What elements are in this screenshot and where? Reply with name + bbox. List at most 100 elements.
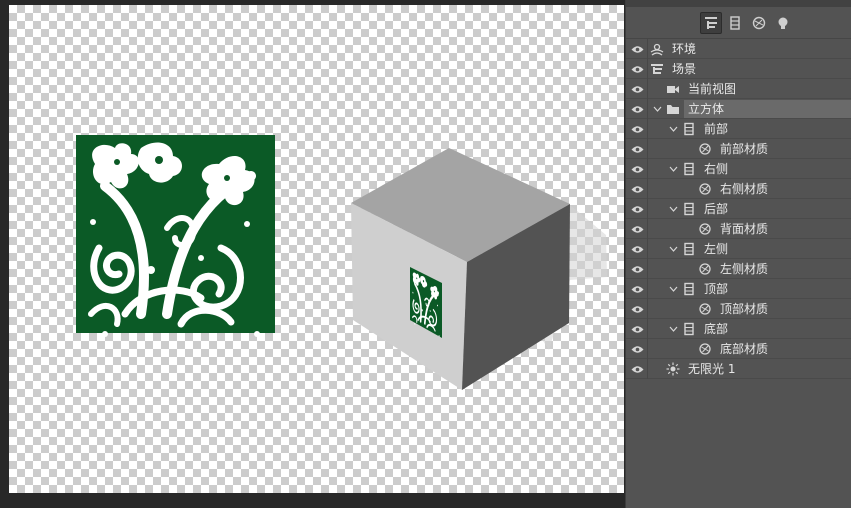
document-canvas[interactable] [9,5,624,493]
layer-label: 场景 [672,62,697,76]
row-divider [647,339,648,359]
layer-label: 背面材质 [720,222,769,236]
material-icon [698,342,712,356]
expand-chevron-icon[interactable] [667,163,679,175]
layer-label: 环境 [672,42,697,56]
row-divider [647,199,648,219]
row-divider [647,139,648,159]
row-divider [647,39,648,59]
mesh-filter-button[interactable] [724,12,746,34]
infinite-light-icon [666,362,680,376]
scene-filter-button[interactable] [700,12,722,34]
expand-chevron-icon[interactable] [667,203,679,215]
row-divider [647,179,648,199]
environment-icon [650,42,664,56]
row-divider [647,59,648,79]
layer-label: 当前视图 [688,82,737,96]
row-divider [647,259,648,279]
layer-row[interactable]: 右侧材质 [626,179,851,199]
row-divider [647,279,648,299]
mesh-icon [682,202,696,216]
layer-row[interactable]: 底部 [626,319,851,339]
material-icon [698,222,712,236]
light-filter-button[interactable] [772,12,794,34]
visibility-eye-icon[interactable] [630,82,644,96]
material-icon [698,182,712,196]
visibility-eye-icon[interactable] [630,182,644,196]
scene-icon [705,17,717,29]
layer-label: 前部 [704,122,729,136]
layer-label: 前部材质 [720,142,769,156]
layer-row[interactable]: 环境 [626,39,851,59]
visibility-eye-icon[interactable] [630,362,644,376]
expand-chevron-icon[interactable] [667,283,679,295]
layer-row[interactable]: 顶部材质 [626,299,851,319]
visibility-eye-icon[interactable] [630,162,644,176]
material-icon [698,302,712,316]
layer-label: 右侧 [704,162,729,176]
visibility-eye-icon[interactable] [630,282,644,296]
material-icon [698,142,712,156]
mesh-icon [682,282,696,296]
row-divider [647,119,648,139]
layer-row[interactable]: 前部材质 [626,139,851,159]
expand-chevron-icon[interactable] [667,243,679,255]
row-divider [647,299,648,319]
panel-filter-toolbar [626,7,851,39]
visibility-eye-icon[interactable] [630,142,644,156]
visibility-eye-icon[interactable] [630,42,644,56]
visibility-eye-icon[interactable] [630,302,644,316]
visibility-eye-icon[interactable] [630,242,644,256]
expand-chevron-icon[interactable] [667,323,679,335]
layer-row[interactable]: 后部 [626,199,851,219]
visibility-eye-icon[interactable] [630,342,644,356]
layer-row[interactable]: 当前视图 [626,79,851,99]
material-filter-button[interactable] [748,12,770,34]
mesh-icon [682,162,696,176]
layer-row[interactable]: 底部材质 [626,339,851,359]
light-bulb-icon [778,17,788,29]
mesh-icon [682,242,696,256]
mesh-icon [682,322,696,336]
visibility-eye-icon[interactable] [630,222,644,236]
layer-row[interactable]: 左侧 [626,239,851,259]
layer-row[interactable]: 无限光 1 [626,359,851,379]
visibility-eye-icon[interactable] [630,202,644,216]
artwork-tile [76,135,275,337]
visibility-eye-icon[interactable] [630,102,644,116]
layer-label: 左侧 [704,242,729,256]
layer-row[interactable]: 左侧材质 [626,259,851,279]
mesh-icon [682,122,696,136]
row-divider [647,79,648,99]
layer-label: 底部材质 [720,342,769,356]
layer-row[interactable]: 场景 [626,59,851,79]
visibility-eye-icon[interactable] [630,62,644,76]
layer-label: 底部 [704,322,729,336]
expand-chevron-icon[interactable] [651,103,663,115]
scene-tree-icon [650,62,664,76]
layer-label: 后部 [704,202,729,216]
visibility-eye-icon[interactable] [630,322,644,336]
layer-row[interactable]: 立方体 [626,99,851,119]
layer-label: 立方体 [688,102,725,116]
row-divider [647,99,648,119]
layer-row[interactable]: 背面材质 [626,219,851,239]
3d-panel: 环境场景当前视图立方体前部前部材质右侧右侧材质后部背面材质左侧左侧材质 顶部顶部材… [625,0,851,508]
folder-icon [666,102,680,116]
panel-header [626,0,851,7]
material-icon [752,16,766,30]
visibility-eye-icon[interactable] [630,262,644,276]
mesh-icon [730,16,740,30]
layer-row[interactable]: 顶部 [626,279,851,299]
scene-layer-list: 环境场景当前视图立方体前部前部材质右侧右侧材质后部背面材质左侧左侧材质 顶部顶部材… [626,39,851,379]
layer-label: 顶部材质 [720,302,769,316]
layer-row[interactable]: 前部 [626,119,851,139]
row-divider [647,219,648,239]
layer-row[interactable]: 右侧 [626,159,851,179]
expand-chevron-icon[interactable] [667,123,679,135]
visibility-eye-icon[interactable] [630,122,644,136]
material-icon [698,262,712,276]
canvas-area [0,0,625,508]
row-divider [647,359,648,379]
row-divider [647,239,648,259]
